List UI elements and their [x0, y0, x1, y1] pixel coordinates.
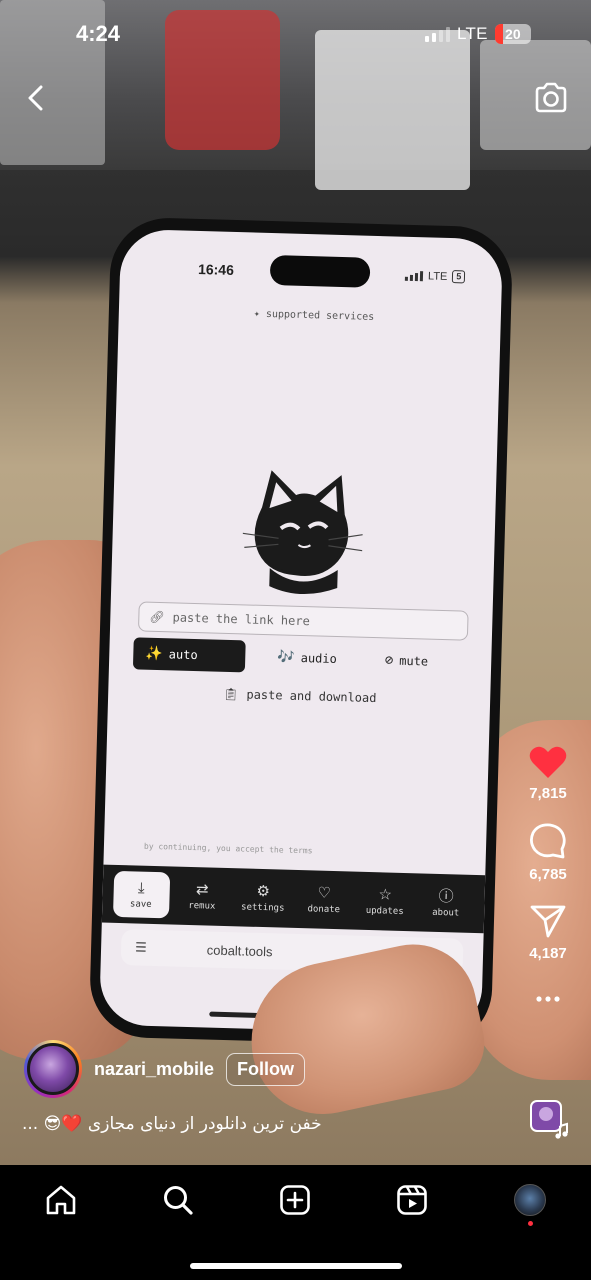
sparkles-icon: ✨ — [145, 645, 163, 663]
background-object — [165, 10, 280, 150]
mode-label: mute — [399, 653, 429, 669]
caption[interactable]: ... 😎❤️ خفن ترین دانلودر از دنیای مجازی — [22, 1114, 322, 1134]
tab-remux[interactable]: ⇄ remux — [174, 879, 231, 912]
home-icon — [46, 1185, 76, 1215]
tab-save[interactable]: ⤓ save — [112, 870, 170, 919]
supported-services-label: supported services — [265, 308, 375, 323]
like-button[interactable]: 7,815 — [529, 745, 567, 802]
mode-label: auto — [168, 647, 198, 663]
mode-audio-button[interactable]: 🎶 audio — [265, 641, 349, 675]
search-icon — [164, 1186, 193, 1215]
nav-reels[interactable] — [390, 1178, 434, 1222]
mode-auto-button[interactable]: ✨ auto — [132, 637, 246, 673]
link-icon: 🔗︎ — [149, 609, 165, 625]
link-placeholder: paste the link here — [172, 610, 311, 629]
comment-count: 6,785 — [529, 866, 567, 883]
avatar[interactable] — [24, 1040, 82, 1098]
reel-video[interactable]: 16:46 LTE 5 ✦ supported services 🔗︎ past… — [0, 0, 591, 1165]
comment-button[interactable]: 6,785 — [529, 822, 567, 883]
reader-icon: ☰ — [134, 939, 148, 955]
phone-screen: 16:46 LTE 5 ✦ supported services 🔗︎ past… — [98, 228, 504, 1036]
download-mode-switcher: ✨ auto 🎶 audio ⊘ mute — [132, 637, 474, 678]
nav-profile[interactable] — [508, 1178, 552, 1222]
tab-label: settings — [240, 901, 285, 914]
battery-icon: 20 — [494, 24, 531, 44]
phone-tab-bar: ⤓ save ⇄ remux ⚙ settings ♡ donate ☆ upd… — [101, 864, 486, 934]
tab-label: donate — [307, 903, 341, 915]
share-button[interactable]: 4,187 — [529, 903, 567, 962]
send-icon — [530, 905, 566, 938]
supported-services: ✦ supported services — [254, 309, 375, 323]
mode-mute-button[interactable]: ⊘ mute — [372, 644, 440, 678]
action-rail: 7,815 6,785 4,187 — [515, 745, 581, 1014]
phone-time: 16:46 — [197, 260, 235, 278]
tab-donate[interactable]: ♡ donate — [296, 883, 353, 915]
chevron-left-icon — [28, 85, 43, 111]
signal-icon — [404, 270, 424, 281]
phone-status: LTE 5 — [404, 269, 466, 284]
phone-battery: 5 — [452, 270, 466, 284]
tab-updates[interactable]: ☆ updates — [357, 884, 414, 917]
tab-settings[interactable]: ⚙ settings — [235, 881, 292, 914]
paste-download-button[interactable]: 📋︎ paste and download — [223, 687, 377, 705]
phone-network: LTE — [427, 269, 448, 283]
clipboard-icon: 📋︎ — [223, 686, 239, 702]
share-count: 4,187 — [529, 945, 567, 962]
gear-icon: ⚙ — [256, 881, 271, 900]
terms-notice: by continuing, you accept the terms — [143, 841, 313, 856]
nav-search[interactable] — [156, 1178, 200, 1222]
tab-label: about — [432, 907, 460, 919]
notification-dot — [528, 1221, 533, 1226]
comment-icon — [530, 823, 566, 859]
nav-home[interactable] — [39, 1178, 83, 1222]
info-icon: ⓘ — [438, 886, 454, 905]
sparkle-icon: ✦ — [253, 308, 261, 320]
status-indicators: LTE 20 — [425, 24, 531, 44]
tab-about[interactable]: ⓘ about — [418, 886, 475, 919]
network-type: LTE — [457, 24, 488, 43]
music-icon: 🎶 — [277, 649, 295, 666]
star-icon: ☆ — [378, 884, 393, 904]
heart-icon: ♡ — [317, 883, 332, 902]
reels-icon — [397, 1185, 427, 1215]
more-horizontal-icon — [536, 996, 560, 1002]
battery-level: 20 — [505, 26, 521, 42]
back-button[interactable] — [18, 80, 54, 116]
background-object — [315, 30, 470, 190]
plus-square-icon — [280, 1185, 310, 1215]
home-indicator — [190, 1263, 402, 1269]
heart-icon — [529, 746, 567, 778]
cat-mascot-icon — [242, 470, 363, 595]
camera-icon — [535, 82, 567, 113]
camera-button[interactable] — [530, 78, 572, 118]
username[interactable]: nazari_mobile — [94, 1059, 214, 1080]
like-count: 7,815 — [529, 785, 567, 802]
repeat-icon: ⇄ — [195, 879, 209, 899]
signal-icon — [425, 26, 450, 42]
more-options-button[interactable] — [535, 984, 561, 1014]
author-row: nazari_mobile Follow — [24, 1040, 306, 1098]
bottom-nav — [0, 1165, 591, 1280]
nav-create[interactable] — [273, 1178, 317, 1222]
link-input[interactable]: 🔗︎ paste the link here — [137, 601, 469, 641]
follow-button[interactable]: Follow — [226, 1052, 306, 1086]
mode-label: audio — [300, 651, 338, 667]
mute-icon: ⊘ — [384, 652, 394, 669]
profile-avatar — [514, 1184, 546, 1216]
tab-label: save — [129, 898, 152, 910]
phone-url: cobalt.tools — [206, 941, 273, 959]
download-icon: ⤓ — [137, 878, 145, 897]
paste-download-label: paste and download — [246, 687, 377, 706]
dynamic-island — [269, 255, 371, 288]
original-audio-button[interactable] — [530, 1100, 570, 1140]
phone-in-video: 16:46 LTE 5 ✦ supported services 🔗︎ past… — [88, 216, 514, 1048]
status-time: 4:24 — [76, 21, 121, 46]
tab-label: remux — [188, 900, 216, 912]
audio-thumbnail-icon — [530, 1100, 568, 1139]
tab-label: updates — [365, 905, 404, 917]
